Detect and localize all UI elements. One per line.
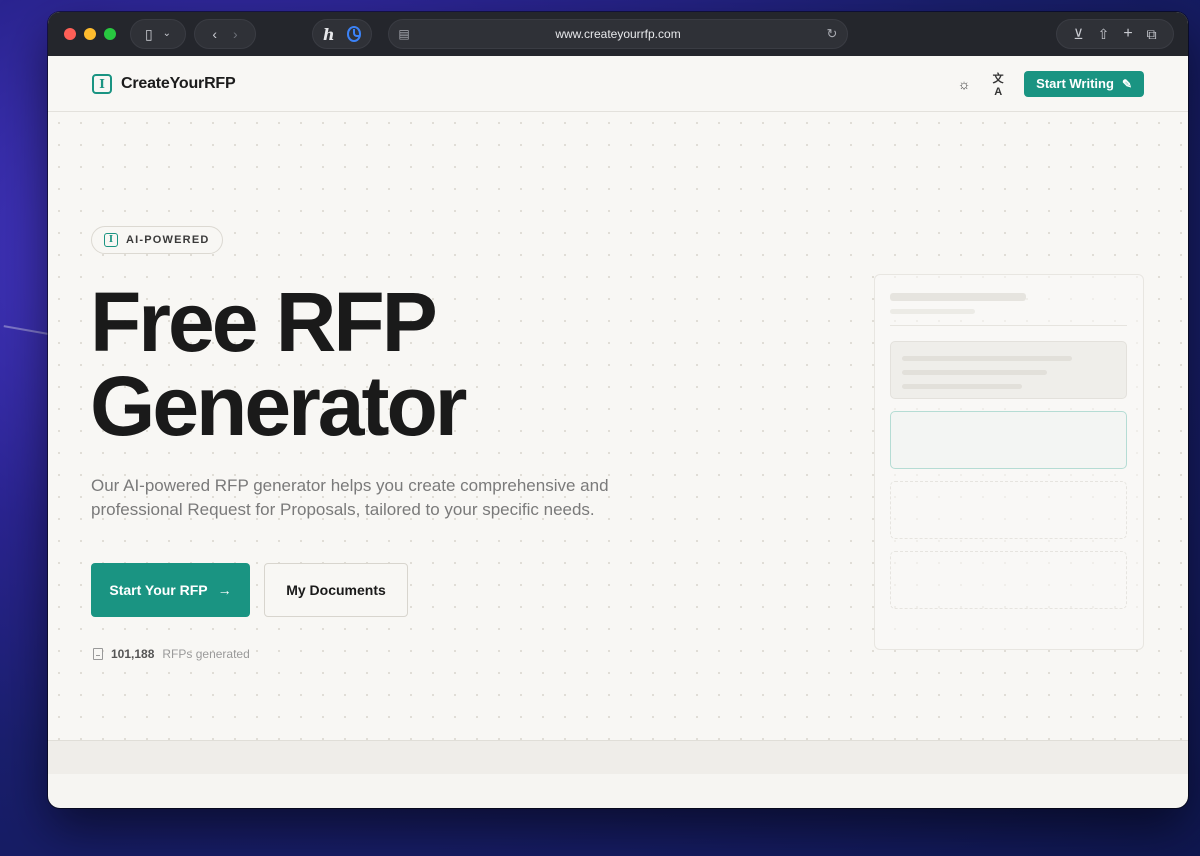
preview-divider <box>890 325 1127 326</box>
title-line-2: Generator <box>90 359 467 453</box>
preview-line <box>902 370 1047 375</box>
browser-window: ▯ ⌄ ‹ › h ▤ www.createyourrfp.com ↻ ⊻ ⇧ … <box>48 12 1188 808</box>
translate-icon[interactable]: 文A <box>990 70 1006 98</box>
browser-toolbar: ▯ ⌄ ‹ › h ▤ www.createyourrfp.com ↻ ⊻ ⇧ … <box>48 12 1188 56</box>
logo-icon[interactable]: I <box>92 73 112 94</box>
extensions: h <box>312 19 372 49</box>
toolbar-actions: ⊻ ⇧ + ⧉ <box>1056 19 1174 49</box>
document-preview-card <box>874 274 1144 650</box>
sun-icon[interactable]: ☼ <box>956 76 972 92</box>
badge-logo-icon: I <box>104 233 118 247</box>
preview-section-filled <box>890 341 1127 399</box>
forward-icon[interactable]: › <box>233 27 238 41</box>
start-writing-label: Start Writing <box>1036 76 1114 91</box>
rfp-stats: 101,188 RFPs generated <box>93 647 250 661</box>
share-icon[interactable]: ⇧ <box>1098 27 1110 41</box>
hero-section: I AI-POWERED Free RFP Generator Our AI-p… <box>48 112 1188 774</box>
preview-section-empty <box>890 551 1127 609</box>
window-controls <box>64 28 116 40</box>
new-tab-icon[interactable]: + <box>1123 26 1132 42</box>
logo-text[interactable]: CreateYourRFP <box>121 75 236 93</box>
start-writing-button[interactable]: Start Writing ✎ <box>1024 70 1144 97</box>
my-documents-label: My Documents <box>286 582 386 598</box>
reader-icon[interactable]: ▤ <box>389 27 419 41</box>
tabs-overview-icon[interactable]: ⧉ <box>1147 27 1157 41</box>
preview-subheading-skeleton <box>890 309 975 314</box>
address-bar[interactable]: ▤ www.createyourrfp.com ↻ <box>388 19 848 49</box>
zoom-window-button[interactable] <box>104 28 116 40</box>
preview-line <box>902 356 1072 361</box>
hero-subtitle: Our AI-powered RFP generator helps you c… <box>91 476 609 519</box>
rfp-count: 101,188 <box>111 647 155 661</box>
title-line-1: Free RFP <box>90 275 438 369</box>
site-header: I CreateYourRFP ☼ 文A Start Writing ✎ <box>48 56 1188 112</box>
preview-heading-skeleton <box>890 293 1026 301</box>
pen-icon: ✎ <box>1121 76 1132 91</box>
start-your-rfp-label: Start Your RFP <box>109 582 208 598</box>
arrow-right-icon: → <box>217 582 232 598</box>
minimize-window-button[interactable] <box>84 28 96 40</box>
page-footer-band <box>48 740 1188 774</box>
back-icon[interactable]: ‹ <box>212 27 217 41</box>
document-icon <box>93 648 103 660</box>
sidebar-toggle[interactable]: ▯ ⌄ <box>130 19 186 49</box>
reload-icon[interactable]: ↻ <box>817 26 847 42</box>
start-your-rfp-button[interactable]: Start Your RFP → <box>91 563 250 617</box>
dark-mode-extension-icon[interactable] <box>346 26 361 42</box>
badge-label: AI-POWERED <box>126 234 210 246</box>
url-text: www.createyourrfp.com <box>555 27 681 41</box>
sidebar-icon: ▯ <box>144 26 153 42</box>
my-documents-button[interactable]: My Documents <box>264 563 408 617</box>
header-actions: ☼ 文A Start Writing ✎ <box>956 70 1144 98</box>
preview-section-empty <box>890 481 1127 539</box>
honey-extension-icon[interactable]: h <box>323 25 335 44</box>
close-window-button[interactable] <box>64 28 76 40</box>
download-icon[interactable]: ⊻ <box>1073 27 1083 41</box>
rfp-count-label: RFPs generated <box>162 647 250 661</box>
navigation-buttons: ‹ › <box>194 19 256 49</box>
page-title: Free RFP Generator <box>90 280 690 448</box>
chevron-down-icon: ⌄ <box>162 28 172 39</box>
preview-section-active <box>890 411 1127 469</box>
ai-powered-badge: I AI-POWERED <box>91 226 223 254</box>
preview-line <box>902 384 1022 389</box>
